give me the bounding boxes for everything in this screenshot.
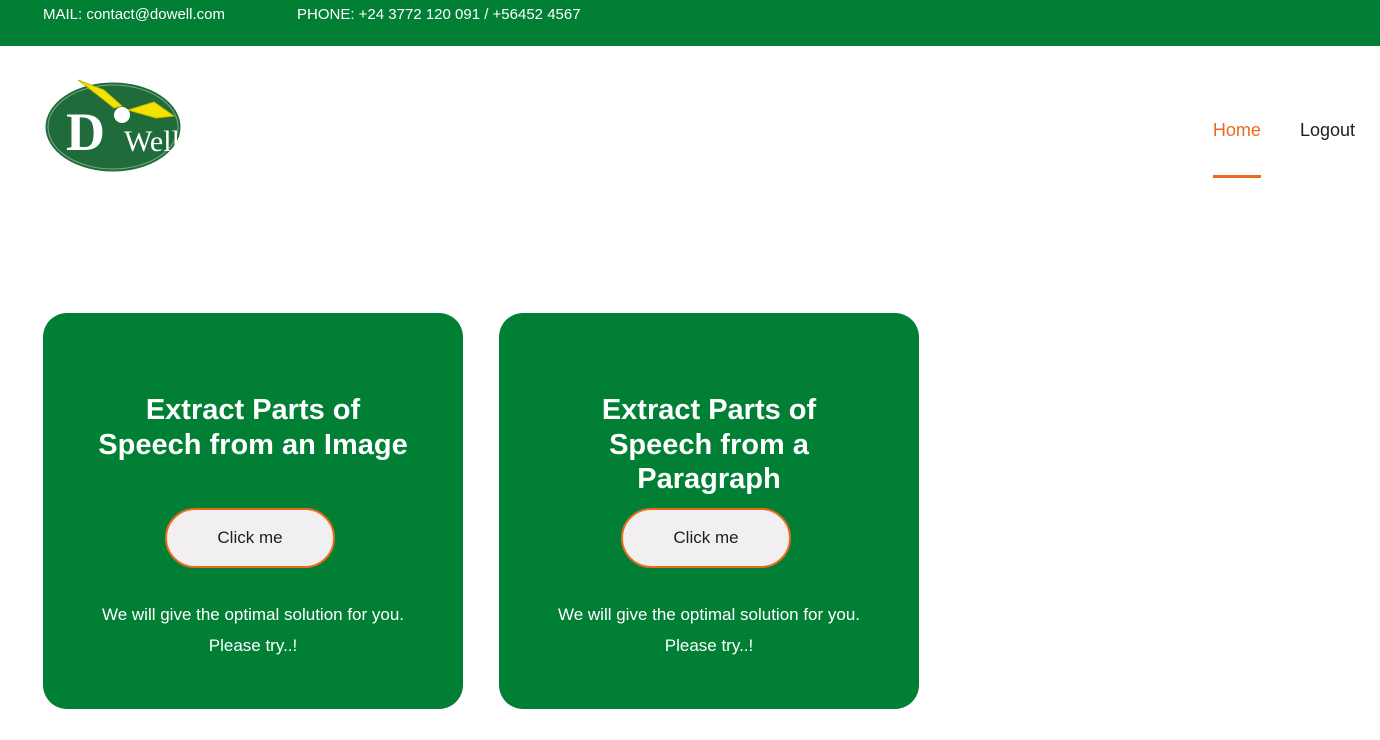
card-description: We will give the optimal solution for yo… [557,605,861,655]
dowell-logo-graphic: D Well [44,79,182,173]
logo-word: Well [124,125,180,158]
logo-letter: D [66,102,105,162]
nav-logout-label: Logout [1299,120,1355,140]
nav-active-underline [1212,175,1261,178]
card-title: Extract Parts of Speech from a Paragraph [601,394,817,495]
main-nav: Home Logout [1212,120,1355,178]
nav-home-label: Home [1212,120,1261,140]
card-extract-from-image: Extract Parts of Speech from an Image Cl… [43,313,463,709]
card-title: Extract Parts of Speech from an Image [98,394,408,461]
dowell-logo[interactable]: D Well [44,78,184,174]
click-me-button[interactable]: Click me [165,508,335,568]
top-contact-bar: MAIL: contact@dowell.com PHONE: +24 3772… [0,0,1380,46]
nav-home-link[interactable]: Home [1212,120,1261,178]
contact-phone: PHONE: +24 3772 120 091 / +56452 4567 [297,6,581,23]
card-extract-from-paragraph: Extract Parts of Speech from a Paragraph… [499,313,919,709]
click-me-button[interactable]: Click me [621,508,791,568]
contact-email: MAIL: contact@dowell.com [43,6,225,23]
card-description: We will give the optimal solution for yo… [101,605,405,655]
nav-logout-link[interactable]: Logout [1300,120,1355,141]
